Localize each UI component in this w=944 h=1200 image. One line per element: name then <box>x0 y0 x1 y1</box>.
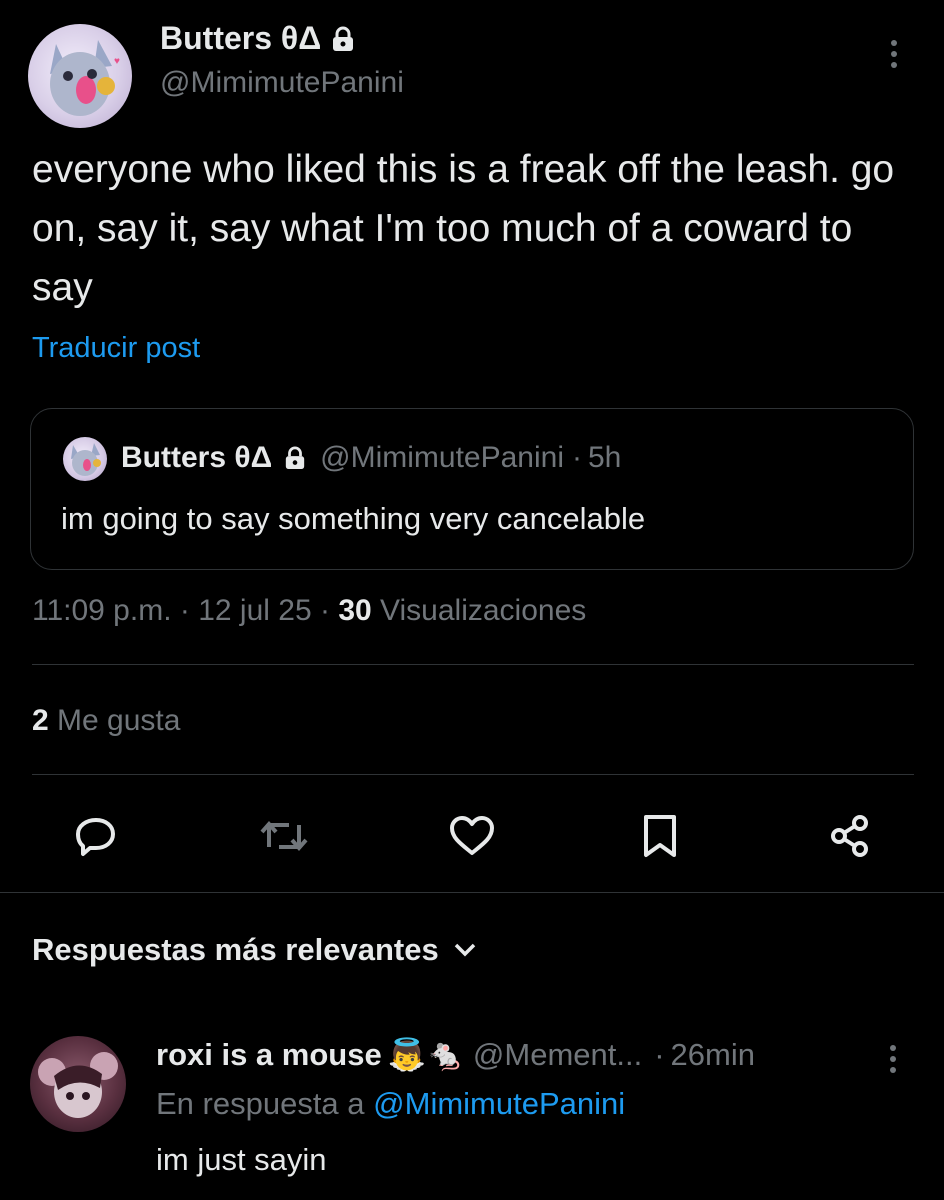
author-name[interactable]: Butters θΔ <box>160 20 355 57</box>
translate-post-link[interactable]: Traducir post <box>32 332 200 365</box>
separator-dot: · <box>319 594 339 627</box>
quoted-author-handle: @MimimutePanini <box>320 441 564 474</box>
replies-sort-dropdown[interactable]: Respuestas más relevantes <box>32 932 477 968</box>
post-time[interactable]: 11:09 p.m. <box>32 594 172 627</box>
separator-dot: · <box>179 594 199 627</box>
reply-age[interactable]: 26min <box>671 1037 755 1073</box>
likes-count: 2 <box>32 704 49 737</box>
in-reply-prefix: En respuesta a <box>156 1086 365 1121</box>
reply-header: roxi is a mouse 👼🐁 @Mement... · 26min <box>156 1036 755 1073</box>
reply-button[interactable] <box>70 810 122 862</box>
divider <box>0 892 944 893</box>
reply-icon <box>76 818 115 856</box>
repost-button[interactable] <box>258 810 310 862</box>
views-label: Visualizaciones <box>380 594 587 627</box>
like-icon <box>450 816 494 855</box>
in-reply-mention-link[interactable]: @MimimutePanini <box>373 1086 625 1121</box>
quoted-post-text: im going to say something very cancelabl… <box>61 501 646 536</box>
author-emoji: 👼🐁 <box>387 1037 465 1072</box>
quoted-author-name: Butters θΔ <box>121 441 273 474</box>
bookmark-button[interactable] <box>634 810 686 862</box>
more-options-icon[interactable] <box>874 34 914 74</box>
reply-text: im just sayin <box>156 1142 327 1177</box>
quoted-author-avatar <box>63 437 107 481</box>
share-icon <box>831 815 868 857</box>
post-text: everyone who liked this is a freak off t… <box>32 148 895 309</box>
likes-summary[interactable]: 2 Me gusta <box>32 704 180 738</box>
reply-author-handle[interactable]: @Mement... <box>473 1037 642 1073</box>
replies-sort-label: Respuestas más relevantes <box>32 932 439 967</box>
share-button[interactable] <box>824 810 876 862</box>
in-reply-to: En respuesta a @MimimutePanini <box>156 1086 625 1122</box>
post-meta: 11:09 p.m. · 12 jul 25 · 30 Visualizacio… <box>32 594 586 628</box>
quoted-post-header: Butters θΔ @MimimutePanini · 5h <box>121 441 621 475</box>
author-avatar[interactable]: ♥ <box>28 24 132 128</box>
divider <box>32 774 914 775</box>
quoted-post-age: 5h <box>588 441 622 474</box>
reply-author-avatar[interactable] <box>30 1036 126 1132</box>
avatar-art: ♥ <box>50 40 120 116</box>
more-options-icon[interactable] <box>878 1040 908 1080</box>
bookmark-icon <box>644 815 676 857</box>
separator-dot: · <box>654 1036 665 1072</box>
repost-icon <box>260 820 308 852</box>
lock-icon <box>285 446 305 469</box>
views-count: 30 <box>338 594 372 627</box>
svg-text:♥: ♥ <box>114 56 120 67</box>
reply-author-name[interactable]: roxi is a mouse <box>156 1037 382 1073</box>
like-button[interactable] <box>446 810 498 862</box>
chevron-down-icon <box>454 943 475 957</box>
separator-dot: · <box>572 441 582 474</box>
author-handle[interactable]: @MimimutePanini <box>160 66 404 100</box>
avatar-art <box>38 1052 118 1118</box>
post-date[interactable]: 12 jul 25 <box>198 594 311 627</box>
quoted-post-card[interactable]: Butters θΔ @MimimutePanini · 5h im going… <box>30 408 914 570</box>
likes-label: Me gusta <box>57 704 181 737</box>
lock-icon <box>333 26 354 51</box>
divider <box>32 664 914 665</box>
author-name-text[interactable]: Butters θΔ <box>160 20 321 57</box>
